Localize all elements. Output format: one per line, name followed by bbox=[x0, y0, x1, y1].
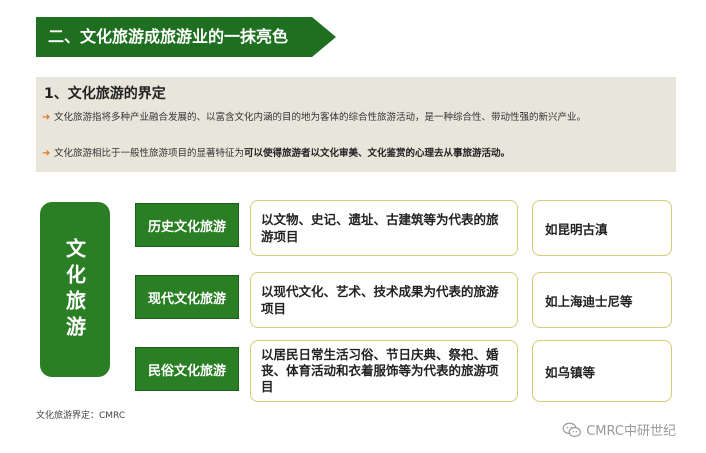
category-description-history-text: 以文物、史记、遗址、古建筑等为代表的旅游项目 bbox=[261, 212, 499, 244]
culture-tourism-main-label: 文化旅游 bbox=[62, 237, 87, 342]
category-example-modern-text: 如上海迪士尼等 bbox=[545, 293, 633, 309]
category-example-folk-text: 如乌镇等 bbox=[545, 364, 596, 380]
watermark: CMRC中研世纪 bbox=[562, 420, 676, 439]
category-description-modern-text: 以现代文化、艺术、技术成果为代表的旅游项目 bbox=[261, 284, 499, 316]
definition-bullet-1-text: 文化旅游指将多种产业融合发展的、以富含文化内涵的目的地为客体的综合性旅游活动，是… bbox=[54, 111, 586, 125]
category-tag-folk: 民俗文化旅游 bbox=[135, 347, 239, 391]
category-tag-history-label: 历史文化旅游 bbox=[147, 219, 226, 235]
definition-bullet-1-body: 文化旅游指将多种产业融合发展的、以富含文化内涵的目的地为客体的综合性旅游活动，是… bbox=[54, 112, 587, 123]
culture-tourism-main-box: 文化旅游 bbox=[40, 202, 110, 377]
definition-bullet-2: ➜ 文化旅游相比于一般性旅游项目的显著特征为可以使得旅游者以文化审美、文化鉴赏的… bbox=[42, 147, 658, 161]
definition-bullet-2-emphasis: 可以使得旅游者以文化审美、文化鉴赏的心理去从事旅游活动。 bbox=[244, 148, 511, 159]
category-tag-folk-label: 民俗文化旅游 bbox=[147, 363, 226, 379]
category-description-modern: 以现代文化、艺术、技术成果为代表的旅游项目 bbox=[250, 272, 518, 328]
category-description-history: 以文物、史记、遗址、古建筑等为代表的旅游项目 bbox=[250, 200, 518, 256]
arrow-bullet-icon: ➜ bbox=[42, 148, 51, 159]
source-note: 文化旅游界定：CMRC bbox=[36, 411, 126, 421]
wechat-icon bbox=[562, 422, 582, 437]
definition-title: 1、文化旅游的界定 bbox=[44, 86, 166, 102]
definition-bullet-2-text: 文化旅游相比于一般性旅游项目的显著特征为可以使得旅游者以文化审美、文化鉴赏的心理… bbox=[54, 147, 510, 161]
definition-box: 1、文化旅游的界定 ➜ 文化旅游指将多种产业融合发展的、以富含文化内涵的目的地为… bbox=[36, 77, 676, 172]
definition-bullet-2-body: 文化旅游相比于一般性旅游项目的显著特征为 bbox=[54, 148, 245, 159]
category-tag-history: 历史文化旅游 bbox=[135, 203, 239, 247]
category-example-history-text: 如昆明古滇 bbox=[545, 221, 608, 237]
category-example-folk: 如乌镇等 bbox=[532, 340, 672, 402]
section-header-banner: 二、文化旅游成旅游业的一抹亮色 bbox=[36, 17, 336, 57]
category-example-history: 如昆明古滇 bbox=[532, 200, 672, 256]
category-description-folk: 以居民日常生活习俗、节日庆典、祭祀、婚丧、体育活动和衣着服饰等为代表的旅游项目 bbox=[250, 340, 518, 402]
category-tag-modern-label: 现代文化旅游 bbox=[147, 291, 226, 307]
category-example-modern: 如上海迪士尼等 bbox=[532, 272, 672, 328]
definition-bullet-1: ➜ 文化旅游指将多种产业融合发展的、以富含文化内涵的目的地为客体的综合性旅游活动… bbox=[42, 111, 658, 125]
watermark-text: CMRC中研世纪 bbox=[586, 424, 676, 439]
arrow-bullet-icon: ➜ bbox=[42, 112, 51, 123]
section-header-title: 二、文化旅游成旅游业的一抹亮色 bbox=[48, 27, 289, 46]
category-description-folk-text: 以居民日常生活习俗、节日庆典、祭祀、婚丧、体育活动和衣着服饰等为代表的旅游项目 bbox=[261, 347, 499, 394]
category-tag-modern: 现代文化旅游 bbox=[135, 275, 239, 319]
